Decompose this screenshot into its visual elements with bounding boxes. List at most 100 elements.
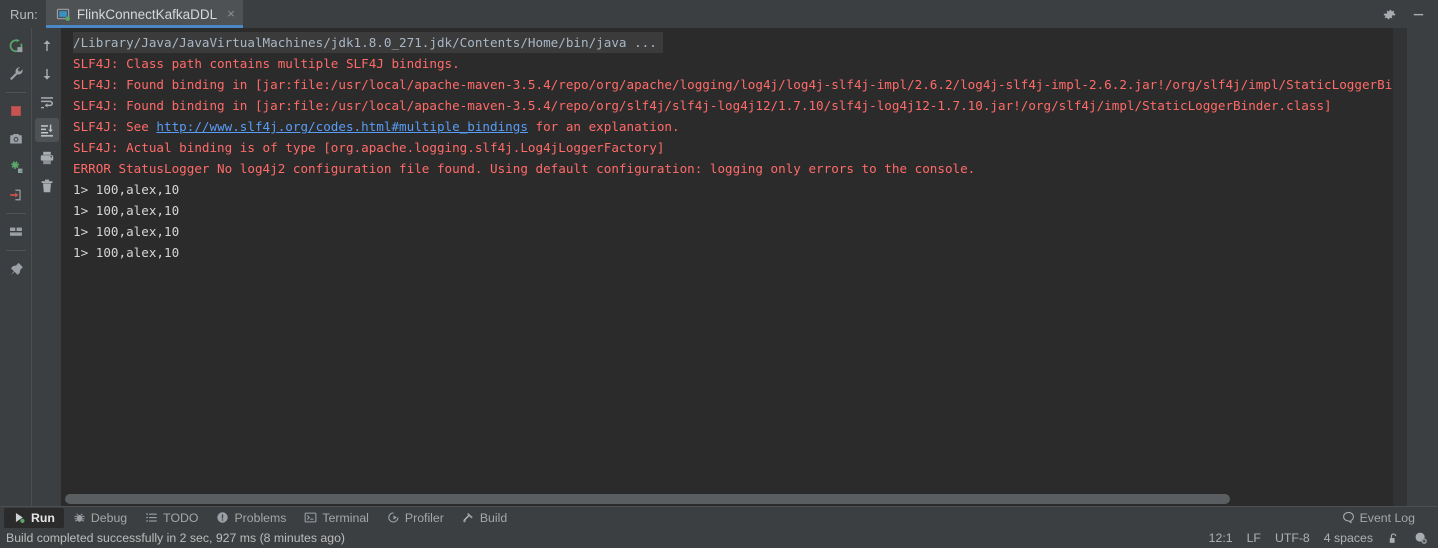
pin-tab-button[interactable] xyxy=(4,257,28,281)
attach-debugger-button[interactable] xyxy=(4,155,28,179)
tool-window-button-problems[interactable]: Problems xyxy=(207,508,295,528)
edit-configuration-button[interactable] xyxy=(4,62,28,86)
scroll-to-end-button[interactable] xyxy=(34,118,59,142)
print-button[interactable] xyxy=(35,146,59,170)
camera-icon xyxy=(9,134,22,144)
stop-button[interactable] xyxy=(4,99,28,123)
tool-window-label: Build xyxy=(479,510,508,525)
line-suffix: for an explanation. xyxy=(527,119,680,134)
bug-attach-icon xyxy=(10,161,22,173)
tool-window-label: Problems xyxy=(234,510,287,525)
status-bar: Build completed successfully in 2 sec, 9… xyxy=(0,528,1438,548)
tab-flinkconnectkafkaddl[interactable]: FlinkConnectKafkaDDL × xyxy=(45,0,243,28)
indent-setting[interactable]: 4 spaces xyxy=(1324,531,1373,545)
vertical-scrollbar[interactable] xyxy=(1393,28,1407,506)
next-occurrence-button[interactable] xyxy=(35,62,59,86)
gear-icon[interactable] xyxy=(1382,7,1397,22)
problems-icon xyxy=(216,511,229,524)
tool-window-button-debug[interactable]: Debug xyxy=(64,508,136,528)
unlocked-icon[interactable] xyxy=(1387,532,1400,545)
status-bar-right: 12:1 LF UTF-8 4 spaces xyxy=(1209,531,1438,545)
export-button[interactable] xyxy=(4,183,28,207)
terminal-icon xyxy=(304,511,317,524)
close-icon[interactable]: × xyxy=(227,7,235,22)
import-arrow-icon xyxy=(9,189,21,201)
console-line-with-link: SLF4J: See http://www.slf4j.org/codes.ht… xyxy=(61,116,1393,137)
console-line: 1> 100,alex,10 xyxy=(73,203,180,218)
soft-wrap-icon xyxy=(40,97,53,109)
run-actions-toolbar-left xyxy=(0,28,31,506)
arrow-up-icon xyxy=(43,40,50,51)
file-encoding[interactable]: UTF-8 xyxy=(1275,531,1310,545)
bug-icon xyxy=(73,511,86,524)
line-separator[interactable]: LF xyxy=(1247,531,1261,545)
console-line: SLF4J: Found binding in [jar:file:/usr/l… xyxy=(73,98,1332,113)
clear-all-button[interactable] xyxy=(35,174,59,198)
event-log-label: Event Log xyxy=(1359,510,1415,525)
run-play-icon xyxy=(13,511,26,524)
line-prefix: SLF4J: See xyxy=(73,119,157,134)
run-window-body: /Library/Java/JavaVirtualMachines/jdk1.8… xyxy=(0,28,1438,506)
scroll-to-end-icon xyxy=(40,124,53,137)
tool-window-label: Profiler xyxy=(404,510,444,525)
console-line: 1> 100,alex,10 xyxy=(73,245,180,260)
tool-window-button-build[interactable]: Build xyxy=(453,508,516,528)
console-line: ERROR StatusLogger No log4j2 configurati… xyxy=(73,161,976,176)
caret-position[interactable]: 12:1 xyxy=(1209,531,1233,545)
inspections-icon[interactable] xyxy=(1414,531,1428,545)
tool-window-label: TODO xyxy=(163,510,199,525)
console-line: SLF4J: Found binding in [jar:file:/usr/l… xyxy=(73,77,1393,92)
event-log-button[interactable]: Event Log xyxy=(1333,508,1424,528)
console-output[interactable]: /Library/Java/JavaVirtualMachines/jdk1.8… xyxy=(61,28,1393,492)
pin-icon xyxy=(10,262,23,276)
printer-icon xyxy=(40,151,53,165)
profiler-icon xyxy=(387,511,400,524)
arrow-down-icon xyxy=(43,69,50,80)
tool-window-button-profiler[interactable]: Profiler xyxy=(378,508,453,528)
console-line: SLF4J: Actual binding is of type [org.ap… xyxy=(73,140,665,155)
tool-window-bar: Run Debug TODO Problems Terminal Profile… xyxy=(0,506,1438,528)
right-panel-spacer xyxy=(1407,28,1438,506)
console-command-row: /Library/Java/JavaVirtualMachines/jdk1.8… xyxy=(61,32,1393,53)
tool-window-button-terminal[interactable]: Terminal xyxy=(295,508,377,528)
run-configuration-icon xyxy=(56,7,71,22)
wrench-icon xyxy=(9,67,23,81)
console-actions-toolbar xyxy=(31,28,61,506)
soft-wrap-button[interactable] xyxy=(35,90,59,114)
layout-button[interactable] xyxy=(4,220,28,244)
tab-title: FlinkConnectKafkaDDL xyxy=(76,6,218,22)
balloon-icon xyxy=(1342,511,1355,524)
rerun-button[interactable] xyxy=(4,34,28,58)
horizontal-scrollbar-thumb[interactable] xyxy=(65,494,1231,504)
tool-window-label: Terminal xyxy=(322,510,369,525)
horizontal-scrollbar[interactable] xyxy=(61,492,1393,506)
build-status-message[interactable]: Build completed successfully in 2 sec, 9… xyxy=(6,531,345,545)
stop-icon xyxy=(10,106,21,116)
tool-window-label: Debug xyxy=(90,510,128,525)
tool-window-bar-right: Event Log xyxy=(1333,508,1438,528)
tool-window-label: Run xyxy=(31,510,55,525)
console-panel: /Library/Java/JavaVirtualMachines/jdk1.8… xyxy=(61,28,1393,506)
minimize-icon[interactable] xyxy=(1411,7,1426,22)
slf4j-doc-link[interactable]: http://www.slf4j.org/codes.html#multiple… xyxy=(156,119,528,134)
run-window-label: Run: xyxy=(10,6,38,22)
tool-window-button-run[interactable]: Run xyxy=(4,507,64,528)
toolbar-separator xyxy=(5,92,26,93)
trash-icon xyxy=(41,179,52,193)
console-line: SLF4J: Class path contains multiple SLF4… xyxy=(73,56,460,71)
tool-window-button-todo[interactable]: TODO xyxy=(136,508,207,528)
rerun-icon xyxy=(9,38,22,53)
layout-icon xyxy=(9,227,22,236)
prev-occurrence-button[interactable] xyxy=(35,34,59,58)
console-line: 1> 100,alex,10 xyxy=(73,224,180,239)
run-tool-window-header: Run: FlinkConnectKafkaDDL × xyxy=(0,0,1438,28)
screenshot-button[interactable] xyxy=(4,127,28,151)
console-command-line: /Library/Java/JavaVirtualMachines/jdk1.8… xyxy=(73,32,663,53)
todo-list-icon xyxy=(145,511,158,524)
run-tool-window: Run: FlinkConnectKafkaDDL × /Library/Jav… xyxy=(0,0,1438,548)
header-actions xyxy=(1382,0,1438,28)
hammer-icon xyxy=(462,511,475,524)
toolbar-separator xyxy=(5,250,26,251)
console-line: 1> 100,alex,10 xyxy=(73,182,180,197)
toolbar-separator xyxy=(5,213,26,214)
